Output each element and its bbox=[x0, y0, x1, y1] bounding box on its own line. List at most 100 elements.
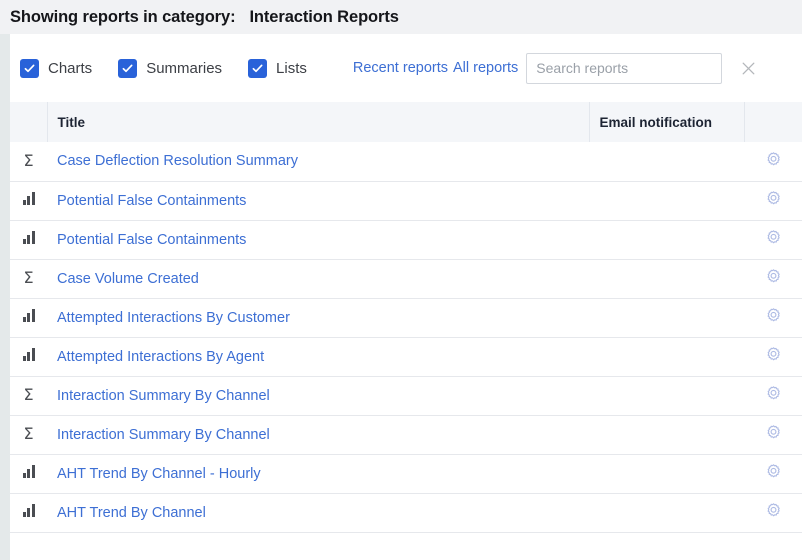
report-title-link[interactable]: AHT Trend By Channel bbox=[57, 505, 206, 521]
table-row[interactable]: AHT Trend By Channel - Hourly bbox=[10, 454, 802, 493]
report-title-link[interactable]: Case Deflection Resolution Summary bbox=[57, 153, 298, 169]
report-title-link[interactable]: Interaction Summary By Channel bbox=[57, 388, 270, 404]
report-title-link[interactable]: Attempted Interactions By Agent bbox=[57, 349, 264, 365]
row-actions-cell bbox=[744, 181, 802, 220]
column-header-actions bbox=[744, 102, 802, 142]
search-input[interactable] bbox=[526, 53, 722, 84]
row-type-cell: Σ bbox=[10, 142, 47, 181]
filter-summaries[interactable]: Summaries bbox=[118, 59, 222, 78]
chart-icon bbox=[23, 192, 35, 205]
checkbox-checked-icon[interactable] bbox=[118, 59, 137, 78]
row-actions-cell bbox=[744, 415, 802, 454]
table-row[interactable]: Attempted Interactions By Customer bbox=[10, 298, 802, 337]
row-actions-cell bbox=[744, 142, 802, 181]
report-title-link[interactable]: Potential False Containments bbox=[57, 232, 246, 248]
close-icon[interactable] bbox=[736, 56, 760, 80]
all-reports-link[interactable]: All reports bbox=[453, 60, 518, 76]
type-filter-group: Charts Summaries bbox=[20, 59, 333, 78]
row-type-cell: Σ bbox=[10, 415, 47, 454]
row-email-notification-cell bbox=[589, 493, 744, 532]
row-actions-cell bbox=[744, 376, 802, 415]
row-title-cell: Attempted Interactions By Customer bbox=[47, 298, 589, 337]
report-title-link[interactable]: AHT Trend By Channel - Hourly bbox=[57, 466, 261, 482]
row-type-cell bbox=[10, 493, 47, 532]
row-email-notification-cell bbox=[589, 337, 744, 376]
gear-icon[interactable] bbox=[765, 424, 782, 445]
row-email-notification-cell bbox=[589, 415, 744, 454]
column-header-icon bbox=[10, 102, 47, 142]
table-header-row: Title Email notification bbox=[10, 102, 802, 142]
page-title-prefix: Showing reports in category: bbox=[10, 8, 235, 26]
table-row[interactable]: Σ Case Deflection Resolution Summary bbox=[10, 142, 802, 181]
row-actions-cell bbox=[744, 493, 802, 532]
row-type-cell: Σ bbox=[10, 376, 47, 415]
row-title-cell: Attempted Interactions By Agent bbox=[47, 337, 589, 376]
chart-icon bbox=[23, 348, 35, 361]
reports-card: Charts Summaries bbox=[10, 34, 802, 560]
filter-lists-label: Lists bbox=[276, 60, 307, 77]
gear-icon[interactable] bbox=[765, 268, 782, 289]
row-email-notification-cell bbox=[589, 220, 744, 259]
row-type-cell bbox=[10, 298, 47, 337]
table-row[interactable]: Σ Case Volume Created bbox=[10, 259, 802, 298]
table-row[interactable]: Σ Interaction Summary By Channel bbox=[10, 415, 802, 454]
gear-icon[interactable] bbox=[765, 151, 782, 172]
column-header-email-notification[interactable]: Email notification bbox=[589, 102, 744, 142]
table-row[interactable]: Potential False Containments bbox=[10, 220, 802, 259]
row-type-cell bbox=[10, 454, 47, 493]
summary-icon: Σ bbox=[23, 270, 33, 286]
table-row[interactable]: AHT Trend By Channel bbox=[10, 493, 802, 532]
summary-icon: Σ bbox=[23, 153, 33, 169]
chart-icon bbox=[23, 504, 35, 517]
table-row[interactable]: Σ Interaction Summary By Channel bbox=[10, 376, 802, 415]
table-row[interactable]: Attempted Interactions By Agent bbox=[10, 337, 802, 376]
row-title-cell: Case Volume Created bbox=[47, 259, 589, 298]
page-title-category: Interaction Reports bbox=[249, 8, 398, 26]
row-title-cell: Case Deflection Resolution Summary bbox=[47, 142, 589, 181]
row-actions-cell bbox=[744, 337, 802, 376]
report-title-link[interactable]: Potential False Containments bbox=[57, 193, 246, 209]
filter-lists[interactable]: Lists bbox=[248, 59, 307, 78]
gear-icon[interactable] bbox=[765, 229, 782, 250]
content-area: Charts Summaries bbox=[0, 34, 802, 560]
gear-icon[interactable] bbox=[765, 346, 782, 367]
reports-toolbar: Charts Summaries bbox=[10, 34, 802, 102]
gear-icon[interactable] bbox=[765, 502, 782, 523]
row-title-cell: Interaction Summary By Channel bbox=[47, 376, 589, 415]
row-email-notification-cell bbox=[589, 454, 744, 493]
filter-charts-label: Charts bbox=[48, 60, 92, 77]
report-scope-links: Recent reports All reports bbox=[353, 60, 518, 76]
row-actions-cell bbox=[744, 220, 802, 259]
row-title-cell: AHT Trend By Channel - Hourly bbox=[47, 454, 589, 493]
report-title-link[interactable]: Attempted Interactions By Customer bbox=[57, 310, 290, 326]
column-header-title[interactable]: Title bbox=[47, 102, 589, 142]
summary-icon: Σ bbox=[23, 387, 33, 403]
filter-summaries-label: Summaries bbox=[146, 60, 222, 77]
checkbox-checked-icon[interactable] bbox=[248, 59, 267, 78]
gear-icon[interactable] bbox=[765, 463, 782, 484]
report-title-link[interactable]: Case Volume Created bbox=[57, 271, 199, 287]
gear-icon[interactable] bbox=[765, 190, 782, 211]
chart-icon bbox=[23, 309, 35, 322]
checkbox-checked-icon[interactable] bbox=[20, 59, 39, 78]
filter-charts[interactable]: Charts bbox=[20, 59, 92, 78]
chart-icon bbox=[23, 231, 35, 244]
row-title-cell: Interaction Summary By Channel bbox=[47, 415, 589, 454]
table-row[interactable]: Potential False Containments bbox=[10, 181, 802, 220]
summary-icon: Σ bbox=[23, 426, 33, 442]
recent-reports-link[interactable]: Recent reports bbox=[353, 60, 448, 76]
reports-table-body: Σ Case Deflection Resolution Summary Poten… bbox=[10, 142, 802, 532]
row-title-cell: Potential False Containments bbox=[47, 220, 589, 259]
row-email-notification-cell bbox=[589, 142, 744, 181]
row-type-cell bbox=[10, 220, 47, 259]
row-email-notification-cell bbox=[589, 376, 744, 415]
row-email-notification-cell bbox=[589, 181, 744, 220]
page-header: Showing reports in category: Interaction… bbox=[0, 0, 802, 34]
row-title-cell: AHT Trend By Channel bbox=[47, 493, 589, 532]
row-actions-cell bbox=[744, 259, 802, 298]
gear-icon[interactable] bbox=[765, 385, 782, 406]
reports-table: Title Email notification Σ Case Deflectio… bbox=[10, 102, 802, 533]
report-title-link[interactable]: Interaction Summary By Channel bbox=[57, 427, 270, 443]
gear-icon[interactable] bbox=[765, 307, 782, 328]
row-email-notification-cell bbox=[589, 259, 744, 298]
